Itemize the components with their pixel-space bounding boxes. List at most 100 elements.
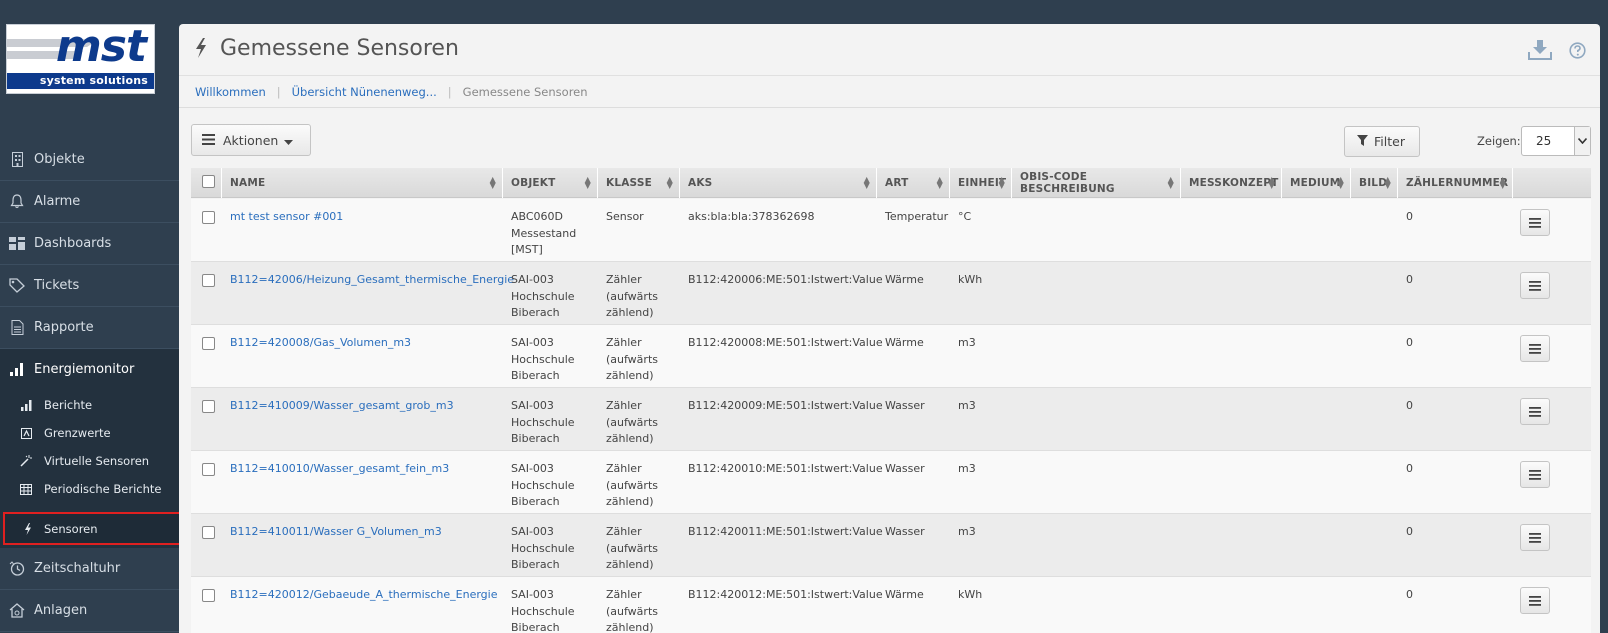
cell-name[interactable]: B112=420012/Gebaeude_A_thermische_Energi…	[230, 587, 497, 604]
bar-chart-icon	[0, 399, 44, 411]
aktionen-button[interactable]: Aktionen	[191, 124, 311, 156]
cell-zaehlernummer: 0	[1406, 336, 1413, 349]
cell-art: Temperatur	[885, 210, 949, 223]
row-menu-button[interactable]	[1520, 335, 1550, 362]
column-header-obis-code[interactable]: OBIS-Code Beschreibung ▲ ▼	[1012, 168, 1181, 198]
sidebar-item-alarme[interactable]: Alarme	[0, 181, 180, 223]
row-checkbox[interactable]	[202, 211, 215, 224]
row-menu-button[interactable]	[1520, 272, 1550, 299]
sort-icon: ▲ ▼	[1167, 175, 1174, 190]
cell-name[interactable]: B112=410009/Wasser_gesamt_grob_m3	[230, 398, 454, 415]
dashboard-icon	[0, 237, 34, 250]
breadcrumb-link-willkommen[interactable]: Willkommen	[195, 85, 266, 99]
sort-icon: ▲ ▼	[1337, 175, 1344, 190]
sidebar-subitem-sensoren[interactable]: Sensoren	[3, 512, 182, 545]
home-gear-icon	[0, 603, 34, 618]
column-header-zaehlernummer[interactable]: Zählernummer ▲ ▼	[1398, 168, 1513, 198]
aktionen-label: Aktionen	[223, 132, 279, 148]
cell-name[interactable]: B112=410011/Wasser G_Volumen_m3	[230, 524, 442, 541]
row-menu-button[interactable]	[1520, 461, 1550, 488]
row-menu-button[interactable]	[1520, 398, 1550, 425]
help-icon[interactable]	[1569, 42, 1586, 62]
row-checkbox[interactable]	[202, 337, 215, 350]
caret-down-icon	[284, 133, 294, 148]
sidebar-subitem-berichte[interactable]: Berichte	[0, 391, 180, 419]
column-header-bild[interactable]: Bild ▲ ▼	[1351, 168, 1398, 198]
cell-aks: B112:420006:ME:501:Istwert:Value	[688, 273, 883, 286]
sidebar-item-label: Anlagen	[34, 603, 88, 618]
table-row: B112=410009/Wasser_gesamt_grob_m3 SAI-003…	[191, 388, 1591, 451]
hamburger-icon	[202, 133, 215, 148]
column-header-art[interactable]: Art ▲ ▼	[877, 168, 950, 198]
sidebar-item-dashboards[interactable]: Dashboards	[0, 223, 180, 265]
select-all-checkbox[interactable]	[202, 175, 215, 188]
sidebar-item-energiemonitor[interactable]: Energiemonitor	[0, 349, 180, 391]
table-row: B112=410010/Wasser_gesamt_fein_m3 SAI-003…	[191, 451, 1591, 514]
row-menu-button[interactable]	[1520, 587, 1550, 614]
sidebar-item-anlagen[interactable]: Anlagen	[0, 590, 180, 632]
clock-icon	[0, 561, 34, 576]
sort-icon: ▲ ▼	[936, 175, 943, 190]
filter-button[interactable]: Filter	[1344, 126, 1420, 157]
cell-aks: B112:420008:ME:501:Istwert:Value	[688, 336, 883, 349]
cell-objekt: SAI-003 Hochschule Biberach	[511, 525, 575, 571]
page-title: Gemessene Sensoren	[220, 36, 459, 61]
hamburger-icon	[1529, 469, 1541, 480]
sidebar-subitem-periodische-berichte[interactable]: Periodische Berichte	[0, 475, 180, 503]
column-header-einheit[interactable]: Einheit ▲ ▼	[950, 168, 1012, 198]
sidebar-subitem-label: Berichte	[44, 398, 93, 412]
breadcrumb-link-uebersicht[interactable]: Übersicht Nünenenweg...	[292, 85, 437, 99]
cell-name[interactable]: mt test sensor #001	[230, 209, 343, 226]
sidebar-item-zeitschaltuhr[interactable]: Zeitschaltuhr	[0, 548, 180, 590]
column-header-klasse[interactable]: Klasse ▲ ▼	[598, 168, 680, 198]
sidebar-item-label: Objekte	[34, 152, 85, 167]
building-icon	[0, 152, 34, 167]
cell-aks: B112:420009:ME:501:Istwert:Value	[688, 399, 883, 412]
sidebar-item-tickets[interactable]: Tickets	[0, 265, 180, 307]
cell-name[interactable]: B112=420008/Gas_Volumen_m3	[230, 335, 411, 352]
download-icon[interactable]	[1528, 40, 1552, 63]
sidebar-item-objekte[interactable]: Objekte	[0, 139, 180, 181]
cell-art: Wasser	[885, 462, 925, 475]
row-checkbox[interactable]	[202, 463, 215, 476]
row-checkbox[interactable]	[202, 589, 215, 602]
page-size-select[interactable]: 25	[1521, 126, 1591, 156]
sidebar: mst system solutions Objekte Alarme Dash…	[0, 0, 182, 633]
row-checkbox[interactable]	[202, 274, 215, 287]
cell-zaehlernummer: 0	[1406, 210, 1413, 223]
row-menu-button[interactable]	[1520, 524, 1550, 551]
cell-objekt: SAI-003 Hochschule Biberach	[511, 588, 575, 633]
cell-einheit: kWh	[958, 273, 983, 286]
hamburger-icon	[1529, 280, 1541, 291]
cell-klasse: Sensor	[606, 210, 644, 223]
column-header-objekt[interactable]: Objekt ▲ ▼	[503, 168, 598, 198]
cell-klasse: Zähler (aufwärts zählend)	[606, 462, 658, 508]
sidebar-item-label: Energiemonitor	[34, 362, 135, 377]
column-header-name[interactable]: Name ▲ ▼	[222, 168, 503, 198]
row-menu-button[interactable]	[1520, 209, 1550, 236]
cell-klasse: Zähler (aufwärts zählend)	[606, 525, 658, 571]
cell-name[interactable]: B112=42006/Heizung_Gesamt_thermische_Ene…	[230, 272, 514, 289]
cell-einheit: m3	[958, 336, 976, 349]
sidebar-subitem-label: Sensoren	[44, 521, 98, 536]
sidebar-item-rapporte[interactable]: Rapporte	[0, 307, 180, 349]
table-row: B112=420008/Gas_Volumen_m3 SAI-003 Hochsch…	[191, 325, 1591, 388]
row-checkbox[interactable]	[202, 400, 215, 413]
row-checkbox[interactable]	[202, 526, 215, 539]
bar-chart-icon	[0, 363, 34, 376]
cell-objekt: SAI-003 Hochschule Biberach	[511, 336, 575, 382]
mst-logo[interactable]: mst system solutions	[6, 24, 155, 94]
column-header-medium[interactable]: Medium ▲ ▼	[1282, 168, 1351, 198]
cell-klasse: Zähler (aufwärts zählend)	[606, 588, 658, 633]
magic-wand-icon	[0, 455, 44, 467]
bolt-icon	[195, 38, 207, 61]
column-header-messkonzept[interactable]: Messkonzept ▲ ▼	[1181, 168, 1282, 198]
sidebar-subitem-grenzwerte[interactable]: Grenzwerte	[0, 419, 180, 447]
hamburger-icon	[1529, 595, 1541, 606]
select-all-cell	[191, 168, 222, 198]
table-row: B112=420012/Gebaeude_A_thermische_Energi…	[191, 577, 1591, 633]
cell-klasse: Zähler (aufwärts zählend)	[606, 399, 658, 445]
cell-name[interactable]: B112=410010/Wasser_gesamt_fein_m3	[230, 461, 449, 478]
sidebar-subitem-virtuelle-sensoren[interactable]: Virtuelle Sensoren	[0, 447, 180, 475]
column-header-aks[interactable]: AKS ▲ ▼	[680, 168, 877, 198]
